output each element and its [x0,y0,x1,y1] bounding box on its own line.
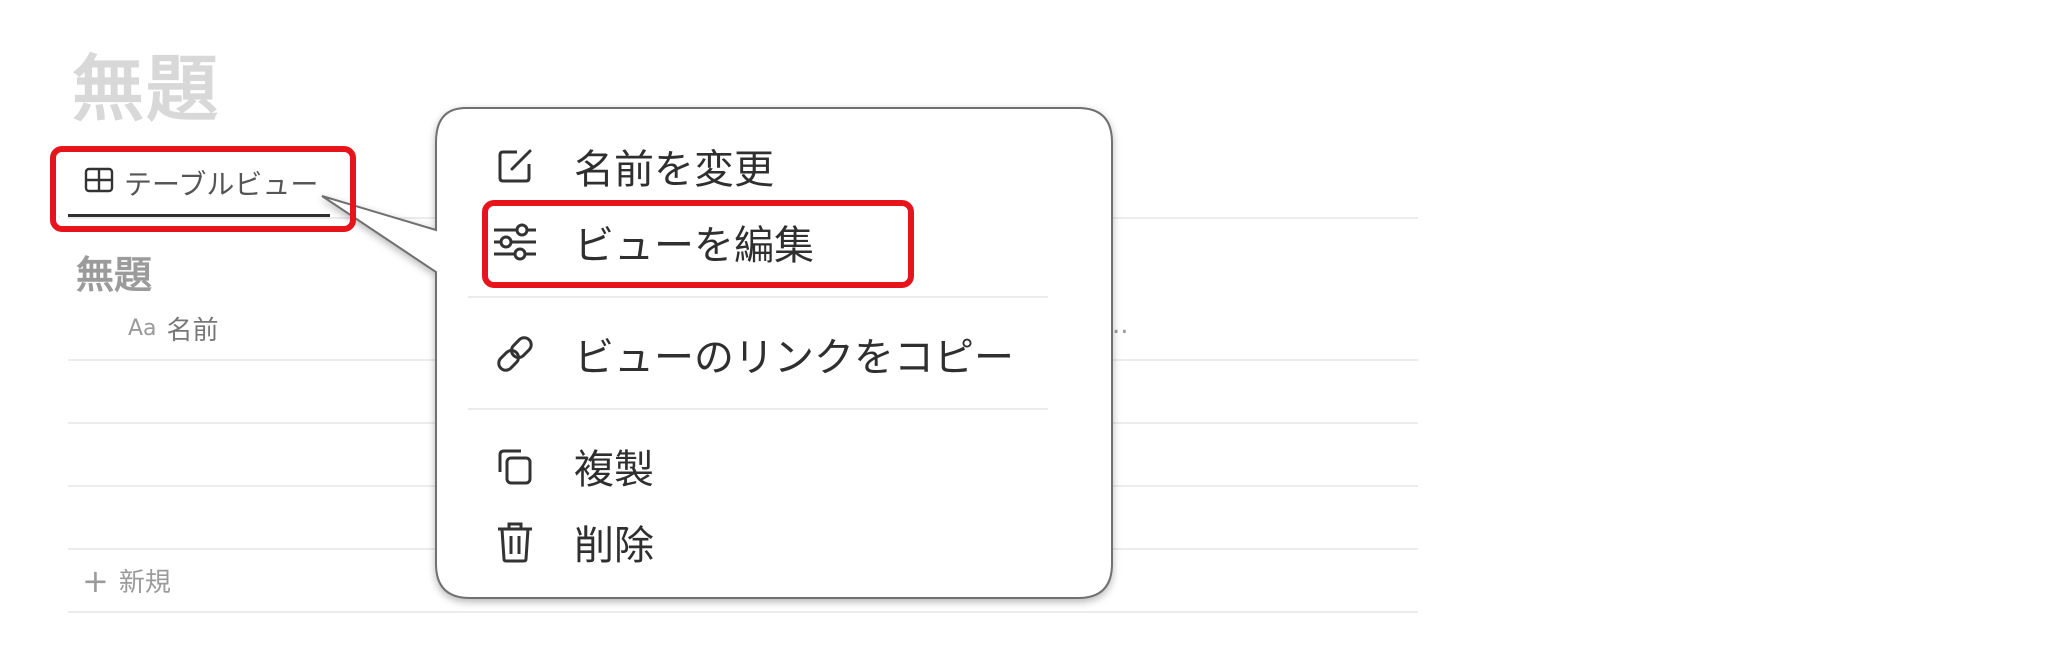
menu-item-label: 複製 [574,447,654,493]
view-context-menu: 名前を変更 ビューを編集 ビューのリンクをコピー 複製 削除 [436,110,1112,598]
menu-separator [468,296,1048,298]
menu-item-label: 名前を変更 [574,147,774,193]
menu-item-rename[interactable]: 名前を変更 [492,134,774,198]
menu-separator [468,408,1048,410]
menu-item-duplicate[interactable]: 複製 [492,434,654,498]
menu-item-label: ビューのリンクをコピー [574,335,1014,381]
menu-item-label: 削除 [574,523,654,569]
edit-icon [492,143,538,189]
menu-item-delete[interactable]: 削除 [492,510,654,574]
screenshot-stage: 無題 テーブルビュー 無題 Aa 名前 .. + 新規 名前を変更 ビューを編集… [0,0,2048,672]
edit-view-highlight-box [482,200,914,288]
link-icon [492,331,538,377]
menu-item-copy-view-link[interactable]: ビューのリンクをコピー [492,322,1014,386]
tab-highlight-box [50,146,356,232]
duplicate-icon [492,443,538,489]
trash-icon [492,519,538,565]
